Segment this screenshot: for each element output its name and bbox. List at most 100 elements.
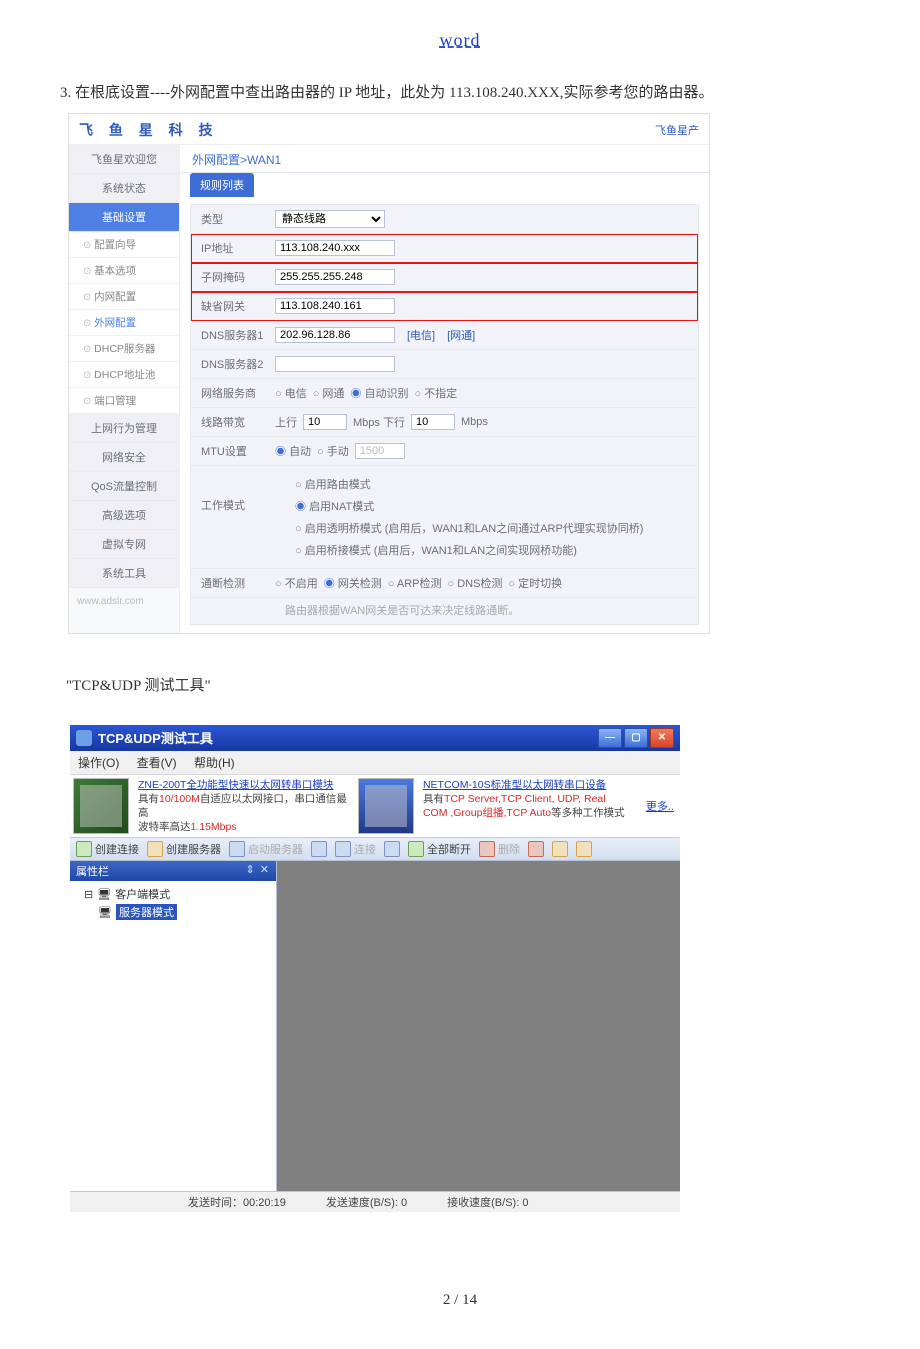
input-dns2[interactable] — [275, 356, 395, 372]
sidebar-sub-basicopt[interactable]: 基本选项 — [69, 258, 179, 284]
close-button[interactable]: ✕ — [650, 728, 674, 748]
sidebar-sub-dhcppool[interactable]: DHCP地址池 — [69, 362, 179, 388]
sidebar-sub-wan[interactable]: 外网配置 — [69, 310, 179, 336]
radio-mode-bridge[interactable]: 启用桥接模式 (启用后，WAN1和LAN之间实现网桥功能) — [295, 545, 577, 557]
play-icon — [229, 841, 245, 857]
label-down: Mbps 下行 — [353, 414, 405, 430]
sidebar-sub-ports[interactable]: 端口管理 — [69, 388, 179, 414]
router-sidebar: 飞鱼星欢迎您 系统状态 基础设置 配置向导 基本选项 内网配置 外网配置 DHC… — [69, 145, 180, 633]
sidebar-item-basic[interactable]: 基础设置 — [69, 203, 179, 232]
radio-chk-gw[interactable]: 网关检测 — [324, 575, 382, 591]
link-netcom[interactable]: [网通] — [447, 327, 475, 343]
input-bw-down[interactable] — [411, 414, 455, 430]
paragraph-1: 3. 在根底设置----外网配置中查出路由器的 IP 地址，此处为 113.10… — [60, 81, 860, 107]
radio-isp-none[interactable]: 不指定 — [414, 385, 457, 401]
property-panel: 属性栏 ⇕ ✕ ⊟ 🖥 客户端模式 🖥 服务器模式 — [70, 861, 277, 1191]
sidebar-item-netsec[interactable]: 网络安全 — [69, 443, 179, 472]
minimize-button[interactable]: — — [598, 728, 622, 748]
status-send-label: 发送速度(B/S): — [326, 1197, 398, 1209]
input-bw-up[interactable] — [303, 414, 347, 430]
ad1-text: 具有10/100M自适应以太网接口，串口通信最高 波特率高达1.15Mbps — [138, 793, 347, 833]
input-mask[interactable] — [275, 269, 395, 285]
toolbar-settings-icon[interactable] — [528, 841, 544, 857]
link-telecom[interactable]: [电信] — [407, 327, 435, 343]
sidebar-item-behavior[interactable]: 上网行为管理 — [69, 414, 179, 443]
input-dns1[interactable] — [275, 327, 395, 343]
sidebar-sub-lan[interactable]: 内网配置 — [69, 284, 179, 310]
label-ip: IP地址 — [201, 240, 275, 256]
disconnect-icon — [408, 841, 424, 857]
input-mtu[interactable] — [355, 443, 405, 459]
sidebar-item-status[interactable]: 系统状态 — [69, 174, 179, 203]
input-ip[interactable] — [275, 240, 395, 256]
ad-more-link[interactable]: 更多.. — [640, 795, 680, 817]
radio-isp-auto[interactable]: 自动识别 — [350, 385, 408, 401]
help-icon — [576, 841, 592, 857]
label-mask: 子网掩码 — [201, 269, 275, 285]
radio-chk-arp[interactable]: ARP检测 — [388, 575, 442, 591]
radio-mtu-auto[interactable]: 自动 — [275, 443, 311, 459]
content-area — [277, 861, 680, 1191]
label-type: 类型 — [201, 211, 275, 227]
panel-pin-close-icons[interactable]: ⇕ ✕ — [246, 863, 271, 879]
maximize-button[interactable]: ▢ — [624, 728, 648, 748]
radio-chk-dns[interactable]: DNS检测 — [447, 575, 502, 591]
router-logo: 飞 鱼 星 科 技 — [79, 120, 219, 140]
property-tree: ⊟ 🖥 客户端模式 🖥 服务器模式 — [70, 881, 276, 1191]
sidebar-item-vpn[interactable]: 虚拟专网 — [69, 530, 179, 559]
radio-chk-timer[interactable]: 定时切换 — [508, 575, 562, 591]
radio-isp-telecom[interactable]: 电信 — [275, 385, 307, 401]
plug-icon — [76, 841, 92, 857]
radio-isp-netcom[interactable]: 网通 — [313, 385, 345, 401]
select-type[interactable]: 静态线路 — [275, 210, 385, 228]
ad2-link[interactable]: NETCOM-10S标准型以太网转串口设备 — [423, 778, 634, 792]
radio-mode-route[interactable]: 启用路由模式 — [295, 479, 371, 491]
ad2-image — [358, 778, 414, 835]
toolbar-delete[interactable]: 删除 — [479, 841, 520, 857]
toolbar-create-server[interactable]: 创建服务器 — [147, 841, 221, 857]
toolbar-send-icon[interactable] — [311, 841, 327, 857]
page-number: 2 / 14 — [60, 1292, 860, 1309]
header-word-link[interactable]: word — [60, 30, 860, 51]
breadcrumb: 外网配置>WAN1 — [180, 151, 709, 173]
toolbar-connect[interactable]: 连接 — [335, 841, 376, 857]
tree-client-mode[interactable]: ⊟ 🖥 客户端模式 — [74, 885, 272, 903]
radio-mode-transbridge[interactable]: 启用透明桥模式 (启用后，WAN1和LAN之间通过ARP代理实现协同桥) — [295, 523, 643, 535]
radio-mtu-manual[interactable]: 手动 — [317, 443, 349, 459]
tree-server-mode[interactable]: 🖥 服务器模式 — [74, 903, 272, 921]
router-topright-link[interactable]: 飞鱼星产 — [655, 122, 699, 138]
status-recv-value: 0 — [522, 1197, 528, 1209]
sidebar-footer-link[interactable]: www.adslr.com — [69, 588, 179, 615]
connect-icon — [335, 841, 351, 857]
linkcheck-note: 路由器根据WAN网关是否可达来决定线路通断。 — [191, 598, 698, 624]
radio-mode-nat[interactable]: 启用NAT模式 — [295, 501, 374, 513]
toolbar-disconnect-all[interactable]: 全部断开 — [408, 841, 471, 857]
ad1-image — [73, 778, 129, 835]
toolbar-help-icon[interactable] — [576, 841, 592, 857]
sidebar-item-qos[interactable]: QoS流量控制 — [69, 472, 179, 501]
menu-operate[interactable]: 操作(O) — [78, 756, 119, 770]
input-gateway[interactable] — [275, 298, 395, 314]
sidebar-item-tools[interactable]: 系统工具 — [69, 559, 179, 588]
ad2-text: 具有TCP Server,TCP Client, UDP, Real COM ,… — [423, 793, 625, 819]
ad1-link[interactable]: ZNE-200T全功能型快速以太网转串口模块 — [138, 778, 349, 792]
label-mbps: Mbps — [461, 416, 488, 428]
label-linkcheck: 通断检测 — [201, 575, 275, 591]
toolbar-create-conn[interactable]: 创建连接 — [76, 841, 139, 857]
toolbar-recv-icon[interactable] — [384, 841, 400, 857]
status-recv-label: 接收速度(B/S): — [447, 1197, 519, 1209]
toolbar-stop-icon[interactable] — [552, 841, 568, 857]
sidebar-sub-wizard[interactable]: 配置向导 — [69, 232, 179, 258]
menu-view[interactable]: 查看(V) — [137, 756, 177, 770]
toolbar-start-server[interactable]: 启动服务器 — [229, 841, 303, 857]
server-icon — [147, 841, 163, 857]
property-panel-title: 属性栏 — [76, 863, 109, 879]
delete-icon — [479, 841, 495, 857]
tab-rulelist[interactable]: 规则列表 — [190, 173, 254, 197]
ad-bar: ZNE-200T全功能型快速以太网转串口模块 具有10/100M自适应以太网接口… — [70, 775, 680, 839]
sidebar-item-advanced[interactable]: 高级选项 — [69, 501, 179, 530]
radio-chk-off[interactable]: 不启用 — [275, 575, 318, 591]
status-bar: 发送时间：00:20:19 发送速度(B/S): 0 接收速度(B/S): 0 — [70, 1191, 680, 1212]
sidebar-sub-dhcp[interactable]: DHCP服务器 — [69, 336, 179, 362]
menu-help[interactable]: 帮助(H) — [194, 756, 235, 770]
